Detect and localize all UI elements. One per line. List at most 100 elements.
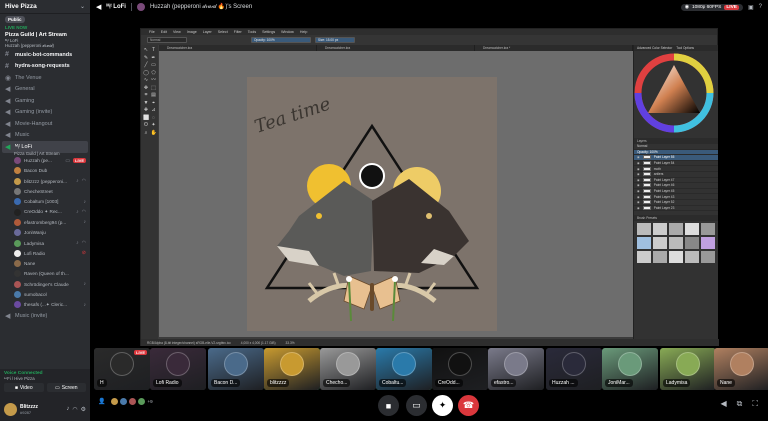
move-tool-icon[interactable]: ✥ [143, 85, 149, 91]
participant-tile[interactable]: efastro... [488, 348, 544, 390]
measure-tool-icon[interactable]: ⊿ [151, 107, 157, 113]
ellipse-tool-icon[interactable]: ◯ [143, 70, 149, 76]
voice-user[interactable]: blitzzzz (pepperoni... ♪ ◠ [0, 176, 90, 186]
brush-preset[interactable] [669, 237, 683, 250]
assistant-tool-icon[interactable]: ✚ [143, 107, 149, 113]
size-slider[interactable]: Size: 15.00 px [315, 37, 355, 43]
brush-preset[interactable] [685, 237, 699, 250]
server-header[interactable]: Hive Pizza ⌄ [0, 0, 90, 14]
blend-mode-select[interactable]: Normal [147, 37, 187, 43]
opacity-slider[interactable]: Opacity: 100% [251, 37, 311, 43]
leave-call-button[interactable]: ☎ [458, 395, 479, 416]
eye-icon[interactable]: ◉ [637, 172, 640, 176]
brush-preset[interactable] [653, 237, 667, 250]
eye-icon[interactable]: ◉ [637, 178, 640, 182]
brush-preset[interactable] [653, 223, 667, 236]
menu-item-help[interactable]: Help [300, 30, 307, 34]
eye-icon[interactable]: ◉ [637, 167, 640, 171]
brush-preset[interactable] [685, 251, 699, 264]
fullscreen-icon[interactable]: ⛶ [752, 399, 758, 409]
ellipse-select-icon[interactable]: ◌ [151, 115, 157, 121]
participant-tile[interactable]: Huzzah ... [546, 348, 602, 390]
chevron-down-icon[interactable]: ⌄ [80, 3, 85, 10]
menu-item-tools[interactable]: Tools [248, 30, 256, 34]
channel-gaming-invite[interactable]: ◀ Gaming (invite) [0, 107, 90, 119]
fill-tool-icon[interactable]: ▼ [143, 100, 149, 106]
channel-music-bot-commands[interactable]: # music-bot-commands [0, 49, 90, 61]
brush-preset[interactable] [669, 223, 683, 236]
dock-tab-tool-options[interactable]: Tool Options [676, 46, 694, 50]
share-screen-button[interactable]: ▭ [406, 395, 427, 416]
participant-tile[interactable]: blitzzzz [264, 348, 320, 390]
participant-tile[interactable]: Bacon D... [208, 348, 264, 390]
voice-user[interactable]: Raven (Queen of th... [0, 269, 90, 279]
voice-user[interactable]: Lofi Radio ⊘ [0, 248, 90, 258]
rect-tool-icon[interactable]: ▭ [151, 62, 157, 68]
eye-icon[interactable]: ◉ [637, 195, 640, 199]
brush-preset[interactable] [653, 251, 667, 264]
shared-screen-krita[interactable]: File Edit View Image Layer Select Filter Tools S… [140, 28, 719, 346]
gradient-tool-icon[interactable]: ▤ [151, 92, 157, 98]
eye-icon[interactable]: ◉ [637, 161, 640, 165]
eye-icon[interactable]: ◉ [637, 200, 640, 204]
eye-icon[interactable]: ◉ [637, 206, 640, 210]
menu-item-settings[interactable]: Settings [262, 30, 275, 34]
participant-tile[interactable]: Ladymisa [660, 348, 716, 390]
polygon-tool-icon[interactable]: ⬠ [151, 70, 157, 76]
brush-preset[interactable] [701, 237, 715, 250]
voice-user[interactable]: JoniWanju [0, 228, 90, 238]
channel-the-venue[interactable]: ◉ The Venue [0, 72, 90, 84]
brush-preset[interactable] [637, 223, 651, 236]
live-event[interactable]: Pizza Guild | Art Stream ᴹᵢᵗ LoFi Huzzah… [0, 31, 90, 49]
channel-music[interactable]: ◀ Music [0, 130, 90, 142]
screen-button[interactable]: ▭ Screen [46, 383, 86, 392]
participant-tile[interactable]: Lofi Radio [150, 348, 206, 390]
magic-wand-icon[interactable]: ✦ [151, 122, 157, 128]
participant-tile[interactable]: JoniMar... [602, 348, 658, 390]
voice-user[interactable]: ChecheStreet [0, 186, 90, 196]
color-selector[interactable] [634, 51, 719, 136]
brush-preset[interactable] [637, 237, 651, 250]
eye-icon[interactable]: ◉ [637, 183, 640, 187]
menu-item-view[interactable]: View [173, 30, 181, 34]
participant-tile[interactable]: H LIVE [94, 348, 150, 390]
video-button[interactable]: ■ Video [4, 383, 44, 392]
participant-tile[interactable]: CreOdd... [432, 348, 488, 390]
dock-tab-color[interactable]: Advanced Color Selector [637, 46, 672, 50]
help-icon[interactable]: ? [759, 4, 762, 10]
menu-item-window[interactable]: Window [281, 30, 294, 34]
menu-item-select[interactable]: Select [218, 30, 228, 34]
voice-user[interactable]: Bacon Dub [0, 166, 90, 176]
gear-icon[interactable]: ⚙ [81, 406, 86, 413]
popout-icon[interactable]: ⧉ [737, 399, 743, 409]
menu-item-image[interactable]: Image [187, 30, 197, 34]
brush-preset[interactable] [701, 251, 715, 264]
brush-preset[interactable] [685, 223, 699, 236]
channel-movie-hangout[interactable]: ◀ Movie-Hangout [0, 118, 90, 130]
freehand-tool-icon[interactable]: 〰 [151, 77, 157, 83]
menu-item-file[interactable]: File [149, 30, 155, 34]
pan-tool-icon[interactable]: ✋ [151, 130, 157, 136]
select-tool-icon[interactable]: ↖ [143, 47, 149, 53]
brush-preset[interactable] [669, 251, 683, 264]
channel-gaming[interactable]: ◀ Gaming [0, 95, 90, 107]
brush-tool-icon[interactable]: ✎ [143, 55, 149, 61]
voice-user[interactable]: sumobacol [0, 289, 90, 299]
path-tool-icon[interactable]: ∿ [143, 77, 149, 83]
listener-avatars[interactable]: 👤 +9 [98, 398, 153, 405]
inbox-icon[interactable]: ▣ [748, 4, 754, 11]
zoom-tool-icon[interactable]: ⌕ [143, 130, 149, 136]
activities-button[interactable]: ✦ [432, 395, 453, 416]
camera-button[interactable]: ■ [378, 395, 399, 416]
rect-select-icon[interactable]: ⬜ [143, 115, 149, 121]
lasso-tool-icon[interactable]: ʘ [143, 122, 149, 128]
krita-canvas-area[interactable]: Tea time [159, 51, 633, 337]
brush-preset[interactable] [637, 251, 651, 264]
channel-general[interactable]: ◀ General [0, 84, 90, 96]
voice-user[interactable]: efastromberg94 (p... ♪ [0, 217, 90, 227]
participant-tile[interactable]: Nane [714, 348, 768, 390]
voice-user[interactable]: Schrödinger's Claude ♪ [0, 279, 90, 289]
pen-tool-icon[interactable]: ✒ [151, 55, 157, 61]
transform-tool-icon[interactable]: ⬚ [151, 85, 157, 91]
eye-icon[interactable]: ◉ [637, 155, 640, 159]
